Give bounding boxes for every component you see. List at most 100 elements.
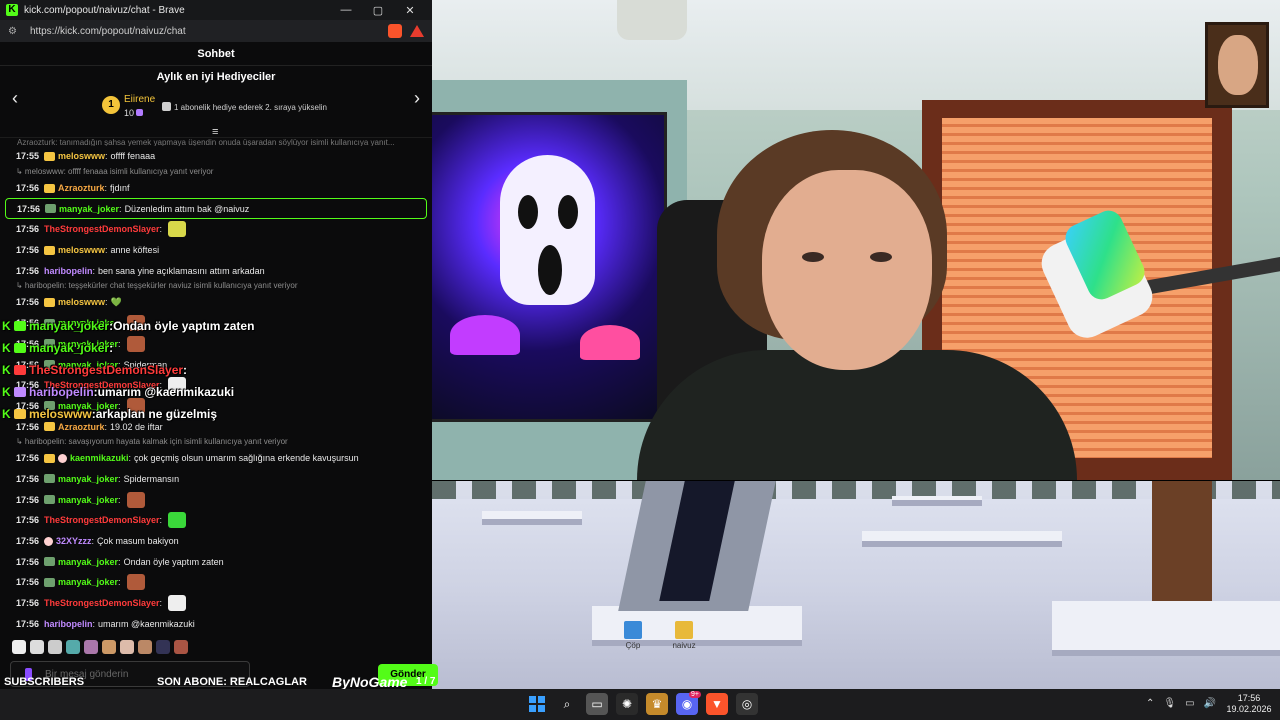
- message-text: anne köftesi: [110, 245, 160, 256]
- message-username[interactable]: manyak_joker: [59, 204, 119, 214]
- chevron-left-icon[interactable]: ‹: [12, 88, 18, 109]
- ghost-mouth: [538, 245, 562, 295]
- emote-button[interactable]: [48, 640, 62, 654]
- message-username[interactable]: meloswww: [58, 245, 105, 255]
- separator: :: [159, 515, 163, 526]
- clock[interactable]: 17:56 19.02.2026: [1226, 693, 1272, 715]
- gifter-name[interactable]: Eiirene: [124, 94, 155, 105]
- message-username[interactable]: haribopelin: [44, 266, 93, 276]
- crown-badge-icon: [44, 183, 55, 193]
- desktop-icon-label: naivuz: [672, 641, 696, 650]
- emote-image: [168, 595, 187, 612]
- message-time: 17:55: [16, 151, 40, 162]
- separator: :: [118, 556, 121, 567]
- brave-rewards-icon[interactable]: [410, 25, 424, 37]
- desktop-icon-folder[interactable]: naivuz: [654, 621, 714, 650]
- last-subscriber: SON ABONE: REALCAGLAR: [157, 676, 307, 688]
- title-bar: K kick.com/popout/naivuz/chat - Brave — …: [0, 0, 432, 20]
- snow-block: [892, 496, 982, 506]
- message-username[interactable]: meloswww: [58, 297, 105, 307]
- site-settings-icon[interactable]: ⚙: [8, 26, 22, 37]
- message-username[interactable]: manyak_joker: [58, 495, 118, 505]
- chat-message: 17:55 meloswww: offff fenaaa: [5, 146, 427, 167]
- top-gifters-panel: Aylık en iyi Hediyeciler ‹ › 1 Eiirene 1…: [0, 66, 432, 138]
- emote-button[interactable]: [84, 640, 98, 654]
- window-title: kick.com/popout/naivuz/chat - Brave: [24, 4, 185, 16]
- separator: :: [104, 183, 108, 194]
- emote-button[interactable]: [156, 640, 170, 654]
- windows-icon: [529, 696, 545, 712]
- chat-message: 17:56 meloswww: anne köftesi: [5, 240, 427, 261]
- notification-badge: 9+: [689, 691, 701, 698]
- message-username[interactable]: TheStrongestDemonSlayer: [44, 598, 160, 608]
- overlay-username: TheStrongestDemonSlayer: [29, 363, 184, 377]
- chevron-up-icon[interactable]: ⌃: [1146, 698, 1154, 709]
- task-view-icon[interactable]: ▭: [586, 693, 608, 715]
- message-time: 17:56: [16, 265, 40, 276]
- badge-icon: [14, 343, 26, 353]
- gem-icon: [136, 109, 144, 116]
- obs-icon[interactable]: ◎: [736, 693, 758, 715]
- kick-icon: K: [2, 319, 11, 333]
- emote-quickbar: [12, 640, 188, 654]
- message-time: 17:56: [16, 515, 40, 526]
- chat-message: 17:56 TheStrongestDemonSlayer:: [5, 219, 427, 240]
- chatgpt-icon[interactable]: ✺: [616, 693, 638, 715]
- separator: :: [119, 203, 122, 214]
- message-time: 17:56: [16, 598, 40, 609]
- chat-header: Sohbet: [0, 42, 432, 66]
- message-username[interactable]: meloswww: [58, 151, 105, 161]
- collapse-icon[interactable]: ≡: [212, 126, 218, 138]
- webcam-feed: [427, 0, 1280, 480]
- app-icon[interactable]: ♛: [646, 693, 668, 715]
- chevron-right-icon[interactable]: ›: [414, 88, 420, 109]
- snow-block: [862, 531, 1062, 547]
- brave-shields-icon[interactable]: [388, 24, 402, 38]
- message-username[interactable]: manyak_joker: [58, 577, 118, 587]
- chat-message: 17:56 meloswww: 💚: [5, 292, 427, 313]
- address-bar[interactable]: ⚙ https://kick.com/popout/naivuz/chat: [0, 20, 432, 42]
- kick-icon: K: [2, 341, 11, 355]
- message-username[interactable]: kaenmikazuki: [70, 453, 129, 463]
- brave-icon[interactable]: ▼: [706, 693, 728, 715]
- emote-button[interactable]: [12, 640, 26, 654]
- search-icon[interactable]: ⌕: [556, 693, 578, 715]
- message-text: Spidermansın: [123, 473, 180, 484]
- minimize-button[interactable]: —: [330, 4, 362, 16]
- message-username[interactable]: 32XYzzz: [56, 536, 92, 546]
- emote-button[interactable]: [138, 640, 152, 654]
- separator: :: [183, 363, 188, 377]
- message-username[interactable]: Azraozturk: [58, 183, 105, 193]
- message-username[interactable]: manyak_joker: [58, 474, 118, 484]
- emote-button[interactable]: [66, 640, 80, 654]
- reply-context: ↳ haribopelin: savaşıyorum hayata kalmak…: [16, 436, 288, 446]
- message-username[interactable]: haribopelin: [44, 619, 93, 629]
- emote-button[interactable]: [30, 640, 44, 654]
- chat-message: 17:56 haribopelin: umarım @kaenmikazuki: [5, 613, 427, 634]
- microphone-icon[interactable]: 🎙: [1163, 698, 1176, 709]
- emote-button[interactable]: [174, 640, 188, 654]
- start-button[interactable]: [526, 693, 548, 715]
- emote-button[interactable]: [120, 640, 134, 654]
- tag-badge-icon: [44, 495, 55, 505]
- gifter-count: 10: [124, 108, 144, 118]
- chat-message: 17:56 32XYzzz: Çok masum bakiyon: [5, 531, 427, 552]
- discord-icon[interactable]: ◉ 9+: [676, 691, 701, 715]
- message-username[interactable]: manyak_joker: [58, 557, 118, 567]
- chat-message: 17:56 manyak_joker:: [5, 572, 427, 593]
- kick-icon: K: [2, 407, 11, 421]
- overlay-message: K TheStrongestDemonSlayer :: [2, 359, 282, 381]
- display-icon[interactable]: ▭: [1185, 698, 1194, 709]
- badge-icon: [14, 321, 26, 331]
- volume-icon[interactable]: 🔊: [1204, 698, 1216, 709]
- maximize-button[interactable]: ▢: [362, 4, 394, 17]
- kick-icon: K: [2, 363, 11, 377]
- emote-button[interactable]: [102, 640, 116, 654]
- message-text: ben sana yine açıklamasını attım arkadan: [98, 265, 265, 276]
- message-username[interactable]: TheStrongestDemonSlayer: [44, 224, 160, 234]
- close-button[interactable]: ✕: [394, 4, 426, 17]
- snow-block: [482, 511, 582, 525]
- url-text[interactable]: https://kick.com/popout/naivuz/chat: [30, 26, 382, 37]
- message-username[interactable]: TheStrongestDemonSlayer: [44, 515, 160, 525]
- message-text: Çok masum bakiyon: [97, 536, 179, 547]
